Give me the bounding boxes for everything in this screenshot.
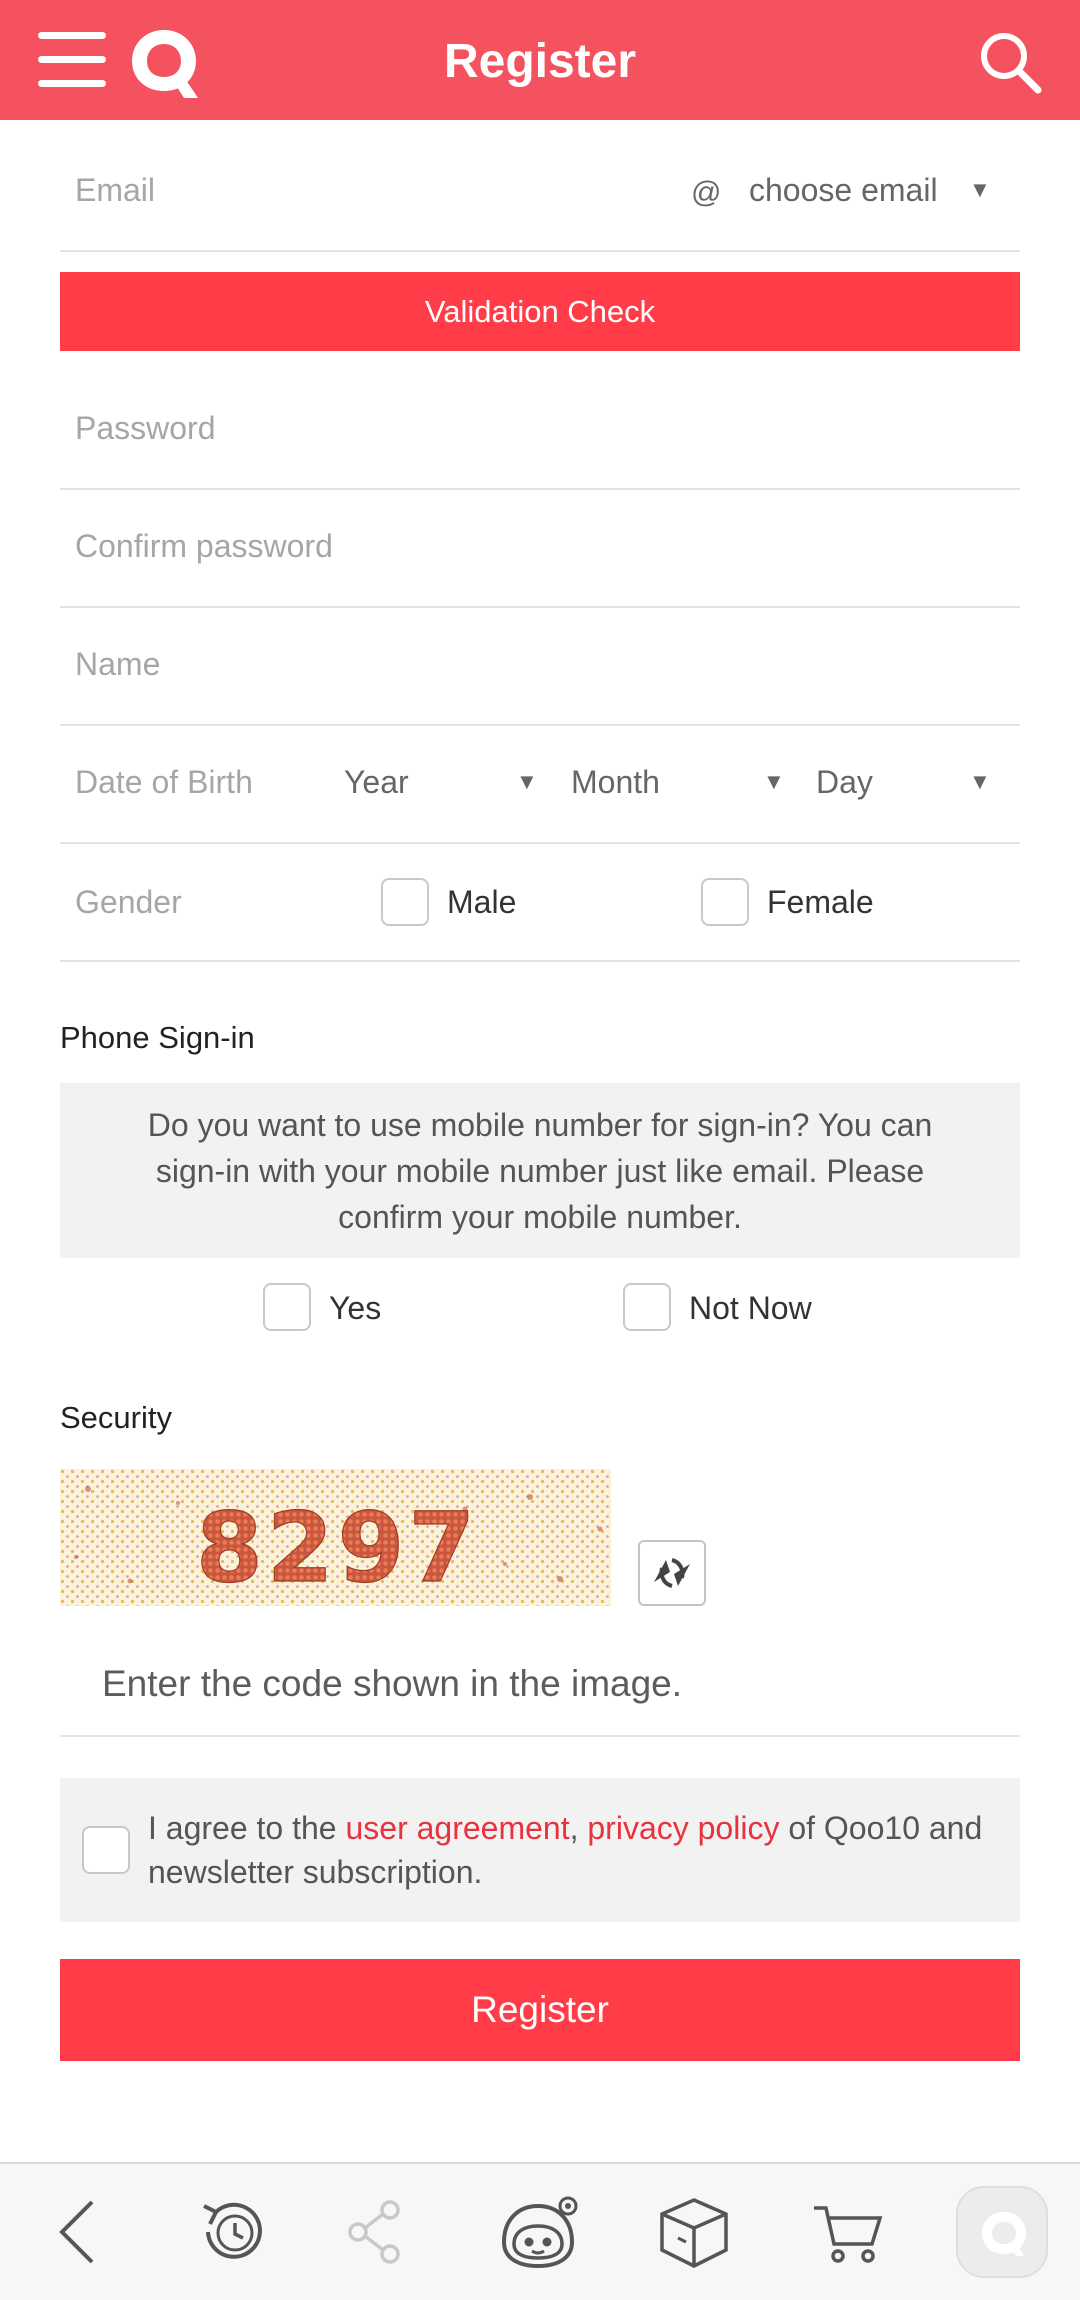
register-button[interactable]: Register xyxy=(60,1959,1020,2061)
female-label: Female xyxy=(767,884,874,920)
cart-icon[interactable] xyxy=(808,2192,888,2272)
captcha-code-row: Enter the code shown in the image. xyxy=(60,1655,1020,1737)
qchat-mascot-icon[interactable] xyxy=(496,2192,582,2272)
package-box-icon[interactable] xyxy=(654,2192,734,2272)
phone-yes-checkbox[interactable] xyxy=(263,1283,311,1331)
captcha-image: 8297 xyxy=(60,1469,611,1606)
name-row: Name xyxy=(60,608,1020,726)
male-checkbox[interactable] xyxy=(381,878,429,926)
phone-sign-in-title: Phone Sign-in xyxy=(60,1020,255,1055)
chevron-down-icon: ▼ xyxy=(516,769,538,794)
privacy-policy-link[interactable]: privacy policy xyxy=(587,1810,779,1846)
email-domain-select[interactable]: choose email xyxy=(749,170,938,210)
hamburger-menu-icon[interactable] xyxy=(36,28,108,92)
date-of-birth-row: Date of Birth Year ▼ Month ▼ Day ▼ xyxy=(60,726,1020,844)
bottom-navigation-bar xyxy=(0,2162,1080,2300)
security-title: Security xyxy=(60,1400,172,1435)
agreement-checkbox[interactable] xyxy=(82,1826,130,1874)
chevron-down-icon: ▼ xyxy=(969,177,991,202)
phone-not-now-label: Not Now xyxy=(689,1290,812,1326)
phone-sign-in-info: Do you want to use mobile number for sig… xyxy=(60,1083,1020,1258)
date-of-birth-label: Date of Birth xyxy=(75,764,253,800)
confirm-password-row: Confirm password xyxy=(60,490,1020,608)
chevron-down-icon: ▼ xyxy=(969,769,991,794)
history-icon[interactable] xyxy=(192,2192,272,2272)
gender-row: Gender Male Female xyxy=(60,844,1020,962)
agreement-prefix: I agree to the xyxy=(148,1810,346,1846)
back-icon[interactable] xyxy=(40,2192,120,2272)
confirm-password-input[interactable]: Confirm password xyxy=(75,526,333,566)
email-row: Email @ choose email ▼ xyxy=(60,130,1020,252)
male-label: Male xyxy=(447,884,517,920)
name-input[interactable]: Name xyxy=(75,644,160,684)
year-select[interactable]: Year xyxy=(344,762,409,802)
qoo10-home-button[interactable] xyxy=(956,2186,1048,2278)
email-input[interactable]: Email xyxy=(75,170,155,210)
qoo10-logo-icon[interactable] xyxy=(126,24,202,100)
share-icon[interactable] xyxy=(336,2192,416,2272)
search-icon[interactable] xyxy=(976,28,1044,96)
female-checkbox[interactable] xyxy=(701,878,749,926)
refresh-icon xyxy=(654,1558,690,1588)
password-input[interactable]: Password xyxy=(75,408,216,448)
agreement-box: I agree to the user agreement, privacy p… xyxy=(60,1778,1020,1922)
phone-not-now-checkbox[interactable] xyxy=(623,1283,671,1331)
validation-check-button[interactable]: Validation Check xyxy=(60,272,1020,351)
agreement-text: I agree to the user agreement, privacy p… xyxy=(148,1806,988,1894)
month-select[interactable]: Month xyxy=(571,762,660,802)
user-agreement-link[interactable]: user agreement xyxy=(345,1810,569,1846)
refresh-captcha-button[interactable] xyxy=(638,1540,706,1606)
agreement-comma: , xyxy=(569,1810,579,1846)
password-row: Password xyxy=(60,370,1020,490)
top-app-bar: Register xyxy=(0,0,1080,120)
chevron-down-icon: ▼ xyxy=(763,769,785,794)
captcha-code-text: 8297 xyxy=(196,1492,479,1604)
phone-yes-label: Yes xyxy=(329,1290,382,1326)
day-select[interactable]: Day xyxy=(816,762,873,802)
at-sign-label: @ xyxy=(691,176,722,209)
gender-label: Gender xyxy=(75,884,182,920)
qoo10-home-icon xyxy=(982,2212,1026,2256)
captcha-code-input[interactable]: Enter the code shown in the image. xyxy=(102,1661,682,1707)
